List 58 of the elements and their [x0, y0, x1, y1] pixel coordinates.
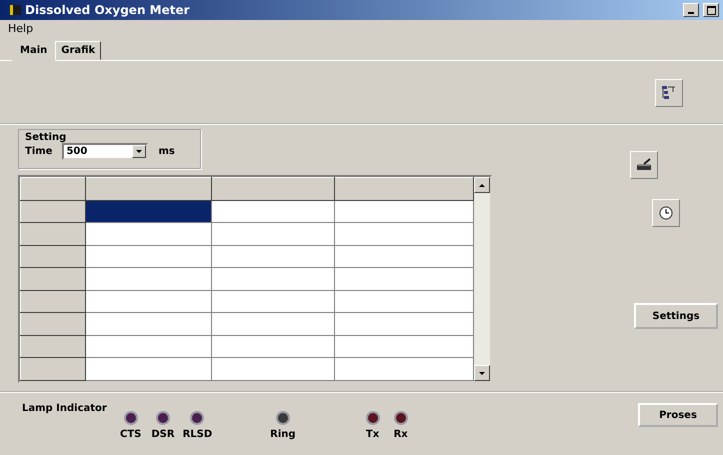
table-cell[interactable] — [212, 268, 334, 290]
group-title: Setting — [25, 132, 68, 143]
row-header — [20, 358, 86, 380]
tab[interactable]: Grafik — [55, 41, 102, 60]
row-header — [20, 290, 86, 313]
row-header — [20, 335, 86, 358]
table-cell[interactable] — [86, 268, 212, 290]
window-title: Dissolved Oxygen Meter — [25, 3, 191, 17]
table-cell[interactable] — [334, 222, 474, 246]
table-cell[interactable] — [212, 290, 334, 313]
table-cell[interactable] — [86, 200, 212, 223]
table-cell[interactable] — [212, 312, 334, 336]
settings-button[interactable]: Settings — [634, 303, 718, 329]
row-header — [20, 312, 86, 336]
row-header — [20, 200, 86, 223]
unit-label: ms — [158, 146, 175, 157]
tab[interactable]: Main — [12, 39, 56, 61]
lamp-label: Tx — [366, 429, 380, 440]
maximize-button[interactable] — [703, 3, 719, 17]
table-cell[interactable] — [212, 335, 334, 358]
table-cell[interactable] — [86, 358, 212, 380]
table-cell[interactable] — [334, 335, 474, 358]
lamp-label: DSR — [151, 429, 175, 440]
table-cell[interactable] — [212, 245, 334, 268]
header-cell — [20, 178, 86, 200]
table-cell[interactable] — [212, 222, 334, 246]
app-icon — [10, 5, 21, 15]
minimize-button[interactable] — [683, 3, 699, 17]
table-cell[interactable] — [334, 200, 474, 223]
table-cell[interactable] — [334, 268, 474, 290]
proses-button[interactable]: Proses — [638, 403, 718, 427]
list-icon[interactable] — [655, 79, 683, 107]
table-cell[interactable] — [334, 245, 474, 268]
time-dropdown[interactable]: 500 — [62, 143, 148, 160]
table-cell[interactable] — [334, 358, 474, 380]
lamp-label: RLSD — [182, 429, 212, 440]
lamp-label: Ring — [270, 429, 296, 440]
table-cell[interactable] — [86, 245, 212, 268]
table-cell[interactable] — [334, 312, 474, 336]
row-header — [20, 245, 86, 268]
row-header — [20, 222, 86, 246]
scroll-up-button[interactable] — [474, 177, 490, 193]
menu-item[interactable]: Help — [8, 22, 34, 34]
row-header — [20, 268, 86, 290]
table-cell[interactable] — [86, 290, 212, 313]
scroll-down-button[interactable] — [474, 365, 490, 381]
table-cell[interactable] — [212, 358, 334, 380]
time-label: Time — [25, 146, 52, 157]
table-cell[interactable] — [86, 335, 212, 358]
lamp-label: CTS — [120, 429, 142, 440]
clock-icon[interactable] — [652, 199, 680, 227]
table-cell[interactable] — [212, 200, 334, 223]
lamp-indicator-title: Lamp Indicator — [22, 403, 108, 414]
scanner-icon[interactable] — [630, 151, 658, 179]
lamp-label: Rx — [394, 429, 408, 440]
table-cell[interactable] — [334, 290, 474, 313]
table-cell[interactable] — [86, 312, 212, 336]
table-cell[interactable] — [86, 222, 212, 246]
